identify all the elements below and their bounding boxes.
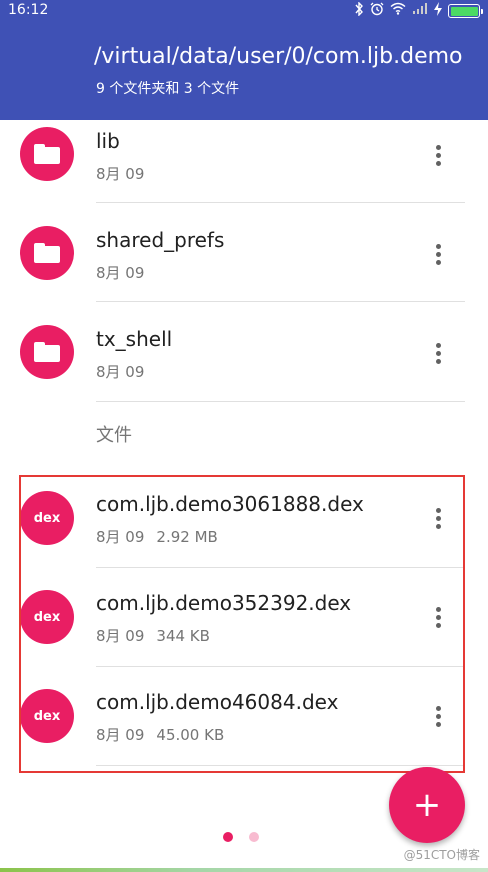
more-options-icon[interactable] — [426, 140, 450, 170]
folder-name: tx_shell — [96, 327, 173, 351]
folder-icon — [20, 325, 74, 379]
folder-date: 8月 09 — [96, 264, 145, 282]
folder-icon — [20, 127, 74, 181]
more-options-icon[interactable] — [426, 239, 450, 269]
page-indicator — [223, 832, 259, 842]
highlight-annotation-box — [19, 475, 465, 773]
folder-name: lib — [96, 129, 120, 153]
signal-icon — [412, 2, 428, 20]
alarm-icon — [370, 2, 384, 21]
battery-icon — [448, 4, 483, 18]
folder-name: shared_prefs — [96, 228, 225, 252]
folder-row-shared-prefs[interactable]: shared_prefs 8月 09 — [0, 203, 488, 302]
plus-icon: + — [412, 785, 442, 825]
charging-icon — [434, 1, 442, 21]
folder-icon — [20, 226, 74, 280]
divider — [96, 401, 465, 402]
page-dot-inactive[interactable] — [249, 832, 259, 842]
watermark: @51CTO博客 — [403, 848, 480, 862]
wifi-icon — [390, 2, 406, 20]
current-path-title: /virtual/data/user/0/com.ljb.demo — [94, 44, 463, 69]
folder-file-count: 9 个文件夹和 3 个文件 — [96, 81, 240, 97]
status-bar: 16:12 — [0, 0, 488, 22]
add-button[interactable]: + — [389, 767, 465, 843]
folder-row-lib[interactable]: lib 8月 09 — [0, 103, 488, 203]
status-icons — [354, 0, 483, 21]
folder-date: 8月 09 — [96, 165, 145, 183]
more-options-icon[interactable] — [426, 338, 450, 368]
folder-date: 8月 09 — [96, 363, 145, 381]
folder-row-tx-shell[interactable]: tx_shell 8月 09 — [0, 302, 488, 402]
files-section-header: 文件 — [96, 425, 132, 446]
status-time: 16:12 — [8, 2, 49, 18]
bottom-strip — [0, 868, 488, 872]
app-bar: 16:12 /virtual/data/user/0/com.ljb.demo … — [0, 0, 488, 120]
bluetooth-icon — [354, 0, 364, 21]
page-dot-active[interactable] — [223, 832, 233, 842]
